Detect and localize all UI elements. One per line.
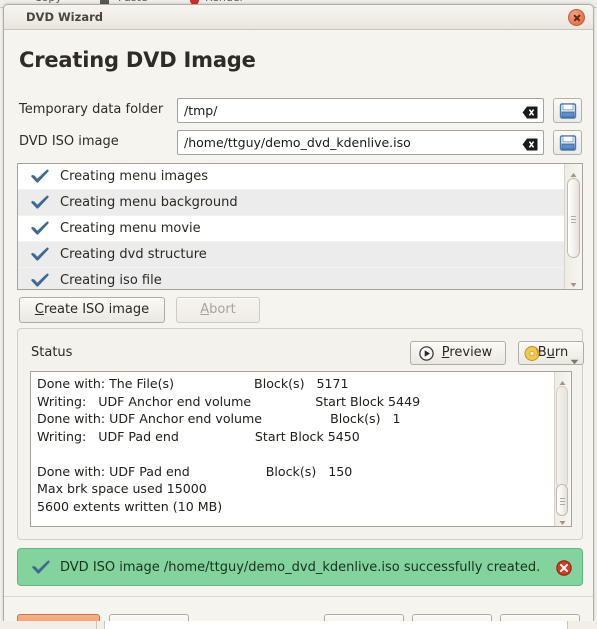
dvd-iso-image-browse-button[interactable] xyxy=(553,130,582,155)
background-panel-divider-right xyxy=(567,621,568,629)
list-item-label: Creating menu movie xyxy=(60,221,201,236)
play-circle-icon xyxy=(419,346,434,369)
background-panel-area xyxy=(104,621,568,629)
status-label: Status xyxy=(31,345,73,360)
list-item[interactable]: Creating menu movie xyxy=(18,216,566,242)
dvd-iso-image-row: DVD ISO image /home/ttguy/demo_dvd_kdenl… xyxy=(19,130,583,155)
create-iso-label-rest: reate ISO image xyxy=(43,302,150,317)
check-icon xyxy=(31,273,49,289)
background-panel-divider-left xyxy=(96,621,97,629)
status-log-scrollbar[interactable] xyxy=(554,372,571,526)
success-banner: DVD ISO image /home/ttguy/demo_dvd_kdenl… xyxy=(17,548,583,586)
check-icon xyxy=(32,560,51,576)
scroll-down-icon[interactable] xyxy=(556,513,569,525)
list-item-label: Creating iso file xyxy=(60,273,162,288)
clear-text-icon[interactable] xyxy=(522,104,538,119)
abort-button[interactable]: Abort xyxy=(176,297,260,323)
close-icon[interactable] xyxy=(568,9,585,26)
list-item[interactable]: Creating iso file xyxy=(18,268,566,289)
burn-disc-icon xyxy=(524,345,541,370)
burn-button[interactable]: Burn xyxy=(518,341,584,365)
screen: Copy Paste Render DVD Wizard Creating DV… xyxy=(0,0,597,629)
check-icon xyxy=(31,221,49,237)
save-folder-icon xyxy=(559,134,577,156)
chevron-down-icon[interactable] xyxy=(570,351,579,373)
temporary-data-folder-value: /tmp/ xyxy=(184,103,218,118)
list-item[interactable]: Creating menu images xyxy=(18,164,566,190)
scroll-down-icon[interactable] xyxy=(567,275,580,287)
save-folder-icon xyxy=(559,102,577,124)
temporary-data-folder-browse-button[interactable] xyxy=(553,98,582,123)
list-item-label: Creating menu background xyxy=(60,195,238,210)
preview-label-rest: review xyxy=(449,345,493,360)
preview-button[interactable]: Preview xyxy=(410,341,506,365)
status-log-text: Done with: The File(s) Block(s) 5171 Wri… xyxy=(37,376,421,514)
check-icon xyxy=(31,169,49,185)
burn-label-rest: rn xyxy=(554,345,569,360)
success-banner-message: DVD ISO image /home/ttguy/demo_dvd_kdenl… xyxy=(60,560,541,575)
temporary-data-folder-input[interactable]: /tmp/ xyxy=(177,98,544,123)
abort-accel: A xyxy=(200,302,210,317)
clear-text-icon[interactable] xyxy=(522,136,538,151)
task-list-scrollbar-thumb[interactable] xyxy=(567,178,580,258)
temporary-data-folder-row: Temporary data folder /tmp/ xyxy=(19,98,583,123)
temporary-data-folder-label: Temporary data folder xyxy=(19,102,164,117)
page-title: Creating DVD Image xyxy=(19,48,256,72)
abort-label-rest: bort xyxy=(209,302,236,317)
check-icon xyxy=(31,195,49,211)
window-title: DVD Wizard xyxy=(26,10,103,24)
status-log[interactable]: Done with: The File(s) Block(s) 5171 Wri… xyxy=(30,371,572,527)
scroll-up-icon[interactable] xyxy=(556,374,569,385)
scroll-up-icon[interactable] xyxy=(567,166,580,177)
dvd-iso-image-label: DVD ISO image xyxy=(19,134,119,149)
list-item[interactable]: Creating menu background xyxy=(18,190,566,216)
dvd-iso-image-value: /home/ttguy/demo_dvd_kdenlive.iso xyxy=(184,135,411,150)
list-item-label: Creating menu images xyxy=(60,169,208,184)
burn-accel: u xyxy=(546,345,555,360)
dvd-iso-image-input[interactable]: /home/ttguy/demo_dvd_kdenlive.iso xyxy=(177,130,544,155)
status-log-scrollbar-thumb[interactable] xyxy=(556,484,568,516)
task-list-scrollbar[interactable] xyxy=(564,164,582,289)
check-icon xyxy=(31,247,49,263)
list-item[interactable]: Creating dvd structure xyxy=(18,242,566,268)
status-groupbox: Status Preview Burn Done with: The File(… xyxy=(17,328,584,540)
status-log-scrollbar-track-upper[interactable] xyxy=(556,386,568,488)
banner-close-icon[interactable] xyxy=(556,560,572,576)
background-window-bottom xyxy=(0,621,597,629)
dialog-titlebar: DVD Wizard xyxy=(4,5,593,30)
create-iso-image-button[interactable]: Create ISO image xyxy=(19,297,165,323)
dvd-wizard-dialog: DVD Wizard Creating DVD Image Temporary … xyxy=(3,4,594,629)
list-item-label: Creating dvd structure xyxy=(60,247,207,262)
task-list[interactable]: Creating menu images Creating menu backg… xyxy=(17,163,583,290)
create-iso-accel: C xyxy=(34,302,44,317)
